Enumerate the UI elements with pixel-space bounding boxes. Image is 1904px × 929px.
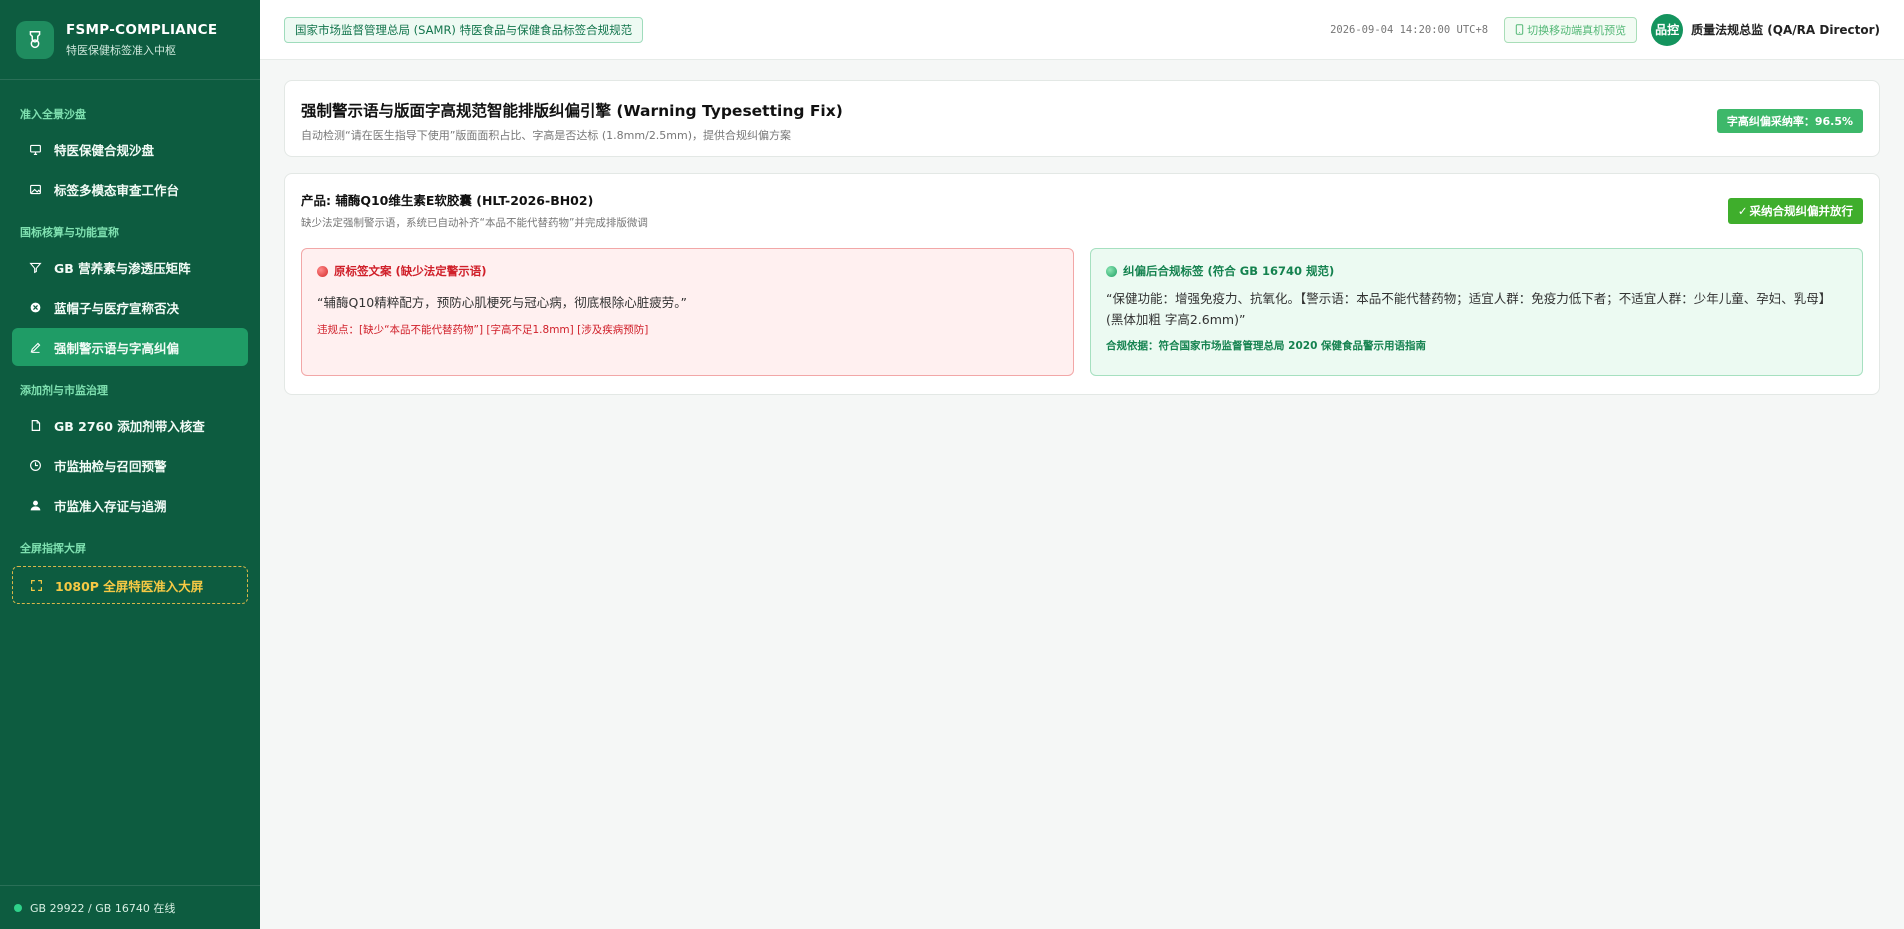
success-indicator-icon (1106, 265, 1117, 277)
status-text: GB 29922 / GB 16740 在线 (30, 901, 176, 915)
compliance-basis: 合规依据：符合国家市场监督管理总局 2020 保健食品警示用语指南 (1106, 340, 1427, 353)
sidebar-item-label: 市监抽检与召回预警 (54, 458, 167, 474)
user-icon (26, 496, 44, 514)
nav-section-label: 准入全景沙盘 (20, 108, 86, 121)
user-name[interactable]: 质量法规总监 (QA/RA Director) (1691, 21, 1880, 38)
sidebar-item-bigscreen[interactable]: 1080P 全屏特医准入大屏 (12, 566, 248, 604)
monitor-icon (26, 140, 44, 158)
sidebar-item-label: 标签多模态审查工作台 (54, 182, 180, 198)
sidebar-item-warning-fix[interactable]: 强制警示语与字高纠偏 (12, 328, 248, 366)
sidebar-item-recall-warning[interactable]: 市监抽检与召回预警 (12, 446, 248, 484)
adopt-fix-label: 采纳合规纠偏并放行 (1749, 204, 1854, 218)
corrected-label-text: “保健功能：增强免疫力、抗氧化。【警示语：本品不能代替药物；适宜人群：免疫力低下… (1106, 291, 1832, 327)
sidebar-item-label: 特医保健合规沙盘 (54, 142, 155, 158)
sidebar-item-medical-claim-veto[interactable]: 蓝帽子与医疗宣称否决 (12, 288, 248, 326)
sidebar-item-nutrient-matrix[interactable]: GB 营养素与渗透压矩阵 (12, 248, 248, 286)
mobile-preview-label: 切换移动端真机预览 (1527, 23, 1627, 37)
mobile-preview-button[interactable]: 切换移动端真机预览 (1504, 16, 1638, 43)
violation-points: 违规点：[缺少“本品不能代替药物”] [字高不足1.8mm] [涉及疾病预防] (317, 323, 649, 336)
top-header: 国家市场监督管理总局 (SAMR) 特医食品与保健食品标签合规规范 2026-0… (260, 0, 1904, 60)
brand: FSMP-COMPLIANCE 特医保健标签准入中枢 (0, 0, 260, 80)
product-card: 产品: 辅酶Q10维生素E软胶囊 (HLT-2026-BH02) 缺少法定强制警… (284, 173, 1880, 395)
corrected-label-panel: 纠偏后合规标签 (符合 GB 16740 规范) “保健功能：增强免疫力、抗氧化… (1090, 248, 1863, 376)
edit-icon (26, 338, 44, 356)
online-status-icon (14, 903, 22, 912)
sidebar-item-compliance-sandbox[interactable]: 特医保健合规沙盘 (12, 130, 248, 168)
engine-title-card: 强制警示语与版面字高规范智能排版纠偏引擎 (Warning Typesettin… (284, 80, 1880, 157)
sidebar-item-label: 1080P 全屏特医准入大屏 (55, 578, 204, 594)
avatar[interactable]: 品控 (1651, 13, 1684, 46)
product-name: 产品: 辅酶Q10维生素E软胶囊 (HLT-2026-BH02) (301, 193, 594, 208)
sidebar-item-label: GB 营养素与渗透压矩阵 (54, 260, 191, 276)
file-icon (26, 416, 44, 434)
nav-section-label: 全屏指挥大屏 (20, 542, 86, 555)
clock-icon (26, 456, 44, 474)
check-icon: ✓ (1737, 204, 1748, 218)
sidebar-item-label: 强制警示语与字高纠偏 (54, 340, 180, 356)
sidebar-item-label: 市监准入存证与追溯 (54, 498, 167, 514)
corrected-label-title: 纠偏后合规标签 (符合 GB 16740 规范) (1123, 264, 1335, 278)
fullscreen-icon (27, 576, 45, 594)
original-label-title: 原标签文案 (缺少法定警示语) (334, 264, 487, 278)
mobile-icon (1515, 24, 1524, 35)
timestamp: 2026-09-04 14:20:00 UTC+8 (1330, 23, 1489, 36)
original-label-text: “辅酶Q10精粹配方，预防心肌梗死与冠心病，彻底根除心脏疲劳。” (317, 295, 687, 310)
page-subtitle: 自动检测“请在医生指导下使用”版面面积占比、字高是否达标 (1.8mm/2.5m… (301, 129, 792, 142)
nav-section-label: 添加剂与市监治理 (20, 384, 108, 397)
sidebar: FSMP-COMPLIANCE 特医保健标签准入中枢 准入全景沙盘 特医保健合规… (0, 0, 260, 929)
sidebar-item-label: GB 2760 添加剂带入核查 (54, 418, 205, 434)
original-label-panel: 原标签文案 (缺少法定警示语) “辅酶Q10精粹配方，预防心肌梗死与冠心病，彻底… (301, 248, 1074, 376)
sidebar-nav: 准入全景沙盘 特医保健合规沙盘 标签多模态审查工作台 国标核算与功能宣称 GB … (0, 80, 260, 604)
label-comparison: 原标签文案 (缺少法定警示语) “辅酶Q10精粹配方，预防心肌梗死与冠心病，彻底… (301, 248, 1863, 376)
shield-logo-icon (16, 20, 54, 59)
adopt-fix-button[interactable]: ✓ 采纳合规纠偏并放行 (1727, 198, 1863, 224)
block-icon (26, 298, 44, 316)
sidebar-item-label-review[interactable]: 标签多模态审查工作台 (12, 170, 248, 208)
filter-icon (26, 258, 44, 276)
sidebar-item-traceability[interactable]: 市监准入存证与追溯 (12, 486, 248, 524)
regulator-badge: 国家市场监督管理总局 (SAMR) 特医食品与保健食品标签合规规范 (284, 16, 644, 43)
status-footer: GB 29922 / GB 16740 在线 (0, 885, 260, 929)
brand-subtitle: 特医保健标签准入中枢 (66, 43, 176, 57)
main-content: 强制警示语与版面字高规范智能排版纠偏引擎 (Warning Typesettin… (284, 80, 1880, 395)
page-title: 强制警示语与版面字高规范智能排版纠偏引擎 (Warning Typesettin… (301, 102, 843, 120)
product-description: 缺少法定强制警示语，系统已自动补齐“本品不能代替药物”并完成排版微调 (301, 217, 648, 229)
image-icon (26, 180, 44, 198)
error-indicator-icon (317, 265, 328, 277)
adoption-rate-badge: 字高纠偏采纳率：96.5% (1716, 109, 1863, 133)
sidebar-item-label: 蓝帽子与医疗宣称否决 (54, 300, 180, 316)
sidebar-item-additive-check[interactable]: GB 2760 添加剂带入核查 (12, 406, 248, 444)
brand-title: FSMP-COMPLIANCE (66, 21, 218, 38)
nav-section-label: 国标核算与功能宣称 (20, 226, 119, 239)
